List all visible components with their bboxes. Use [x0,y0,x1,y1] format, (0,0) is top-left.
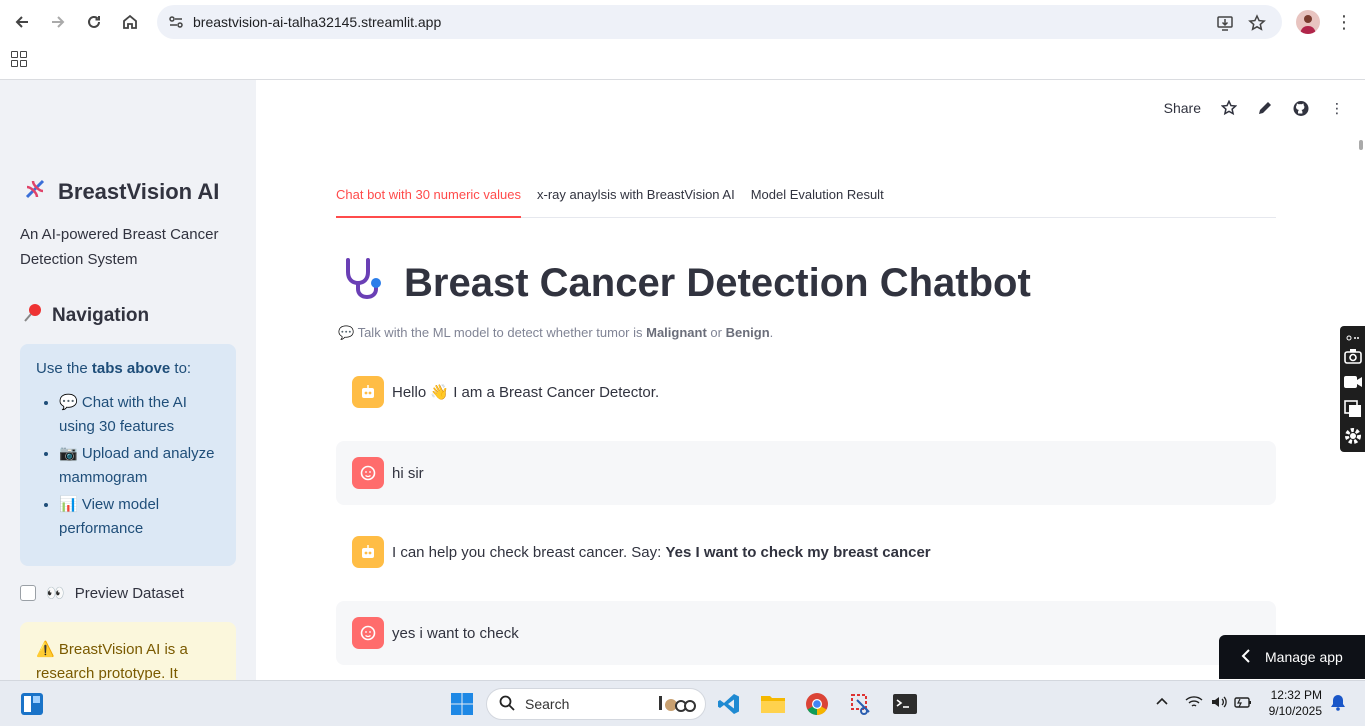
forward-icon[interactable] [46,10,70,34]
eyes-icon: 👀 [46,585,65,602]
windows-icon[interactable] [1343,399,1363,419]
file-explorer-icon[interactable] [760,691,786,717]
url-text[interactable]: breastvision-ai-talha32145.streamlit.app [193,14,441,30]
star-icon[interactable] [1221,100,1237,116]
volume-icon[interactable] [1210,695,1228,712]
warning-icon: ⚠️ [36,641,55,658]
info-list: 💬 Chat with the AI using 30 features 📷 U… [36,391,220,541]
install-app-icon[interactable] [1215,13,1235,33]
message-text: I can help you check breast cancer. Say:… [392,543,931,561]
battery-icon[interactable] [1234,695,1252,712]
camera-icon: 📷 [59,445,78,462]
speech-bubble-icon: 💬 [338,325,355,340]
browser-toolbar: breastvision-ai-talha32145.streamlit.app… [0,0,1365,80]
message-text: yes i want to check [392,624,519,642]
more-menu-icon[interactable]: ⋮ [1329,100,1345,116]
preview-dataset-checkbox[interactable]: 👀 Preview Dataset [20,584,184,602]
sidebar-subtitle: An AI-powered Breast Cancer Detection Sy… [20,226,219,268]
sidebar-app-title: BreastVision AI [22,176,219,208]
taskbar-search[interactable]: Search [486,688,706,720]
user-avatar-icon [352,457,384,489]
info-list-item: 📊 View model performance [59,493,220,541]
profile-avatar[interactable] [1296,10,1320,34]
navigation-info-box: Use the tabs above to: 💬 Chat with the A… [20,344,236,566]
speech-bubble-icon: 💬 [59,394,78,411]
widgets-icon[interactable] [19,691,45,717]
page-title: Breast Cancer Detection Chatbot [338,254,1031,312]
system-clock[interactable]: 12:32 PM 9/10/2025 [1262,687,1322,719]
video-camera-icon[interactable] [1343,372,1363,392]
bar-chart-icon: 📊 [59,496,78,513]
sidebar: BreastVision AI An AI-powered Breast Can… [0,80,256,680]
terminal-icon[interactable] [892,691,918,717]
message-text: Hello 👋 I am a Breast Cancer Detector. [392,384,660,401]
tab-chatbot[interactable]: Chat bot with 30 numeric values [336,186,521,218]
site-settings-icon[interactable] [167,13,185,31]
settings-gear-icon[interactable] [1343,426,1363,446]
info-intro: Use the tabs above to: [36,360,192,377]
page-caption: 💬 Talk with the ML model to detect wheth… [338,325,774,340]
snipping-tool-icon[interactable] [848,691,874,717]
user-avatar-icon [352,617,384,649]
vscode-icon[interactable] [716,691,742,717]
home-icon[interactable] [118,10,142,34]
bookmark-star-icon[interactable] [1247,13,1267,33]
scrollbar-thumb[interactable] [1359,140,1363,150]
screen-capture-toolbar [1340,326,1365,452]
search-icon [499,695,515,714]
wifi-icon[interactable] [1185,695,1203,712]
chrome-icon[interactable] [804,691,830,717]
streamlit-toolbar: Share ⋮ [1164,100,1345,117]
search-highlight-icon [657,692,697,717]
info-list-item: 📷 Upload and analyze mammogram [59,442,220,490]
camera-icon[interactable] [1343,346,1363,366]
browser-menu-icon[interactable]: ⋮ [1334,10,1354,34]
message-text: hi sir [392,464,424,482]
chat-message-bot: I can help you check breast cancer. Say:… [336,520,1276,584]
tab-model-evaluation[interactable]: Model Evalution Result [751,186,884,218]
apps-grid-icon[interactable] [11,51,27,67]
link-icon[interactable] [1343,328,1363,348]
main-content: Share ⋮ Chat bot with 30 numeric values … [256,80,1365,680]
windows-taskbar: Search 12:32 PM 9/10/2025 [0,680,1365,726]
edit-pencil-icon[interactable] [1257,100,1273,116]
dna-icon [22,176,48,208]
manage-app-button[interactable]: Manage app [1219,635,1365,679]
notifications-bell-icon[interactable] [1330,693,1346,714]
tab-xray-analysis[interactable]: x-ray anaylsis with BreastVision AI [537,186,735,218]
back-icon[interactable] [10,10,34,34]
show-hidden-icons-chevron[interactable] [1156,695,1168,709]
disclaimer-warning-box: ⚠️ BreastVision AI is a research prototy… [20,622,236,680]
address-bar[interactable]: breastvision-ai-talha32145.streamlit.app [157,5,1282,39]
chat-message-user: yes i want to check [336,601,1276,665]
checkbox-box[interactable] [20,585,36,601]
pushpin-icon [22,302,44,330]
chat-message-user: hi sir [336,441,1276,505]
chevron-left-icon [1241,648,1251,666]
reload-icon[interactable] [82,10,106,34]
bot-avatar-icon [352,376,384,408]
stethoscope-icon [338,254,386,312]
github-icon[interactable] [1293,100,1309,116]
info-list-item: 💬 Chat with the AI using 30 features [59,391,220,439]
share-button[interactable]: Share [1164,100,1201,116]
bot-avatar-icon [352,536,384,568]
windows-start-icon[interactable] [449,691,475,717]
navigation-heading: Navigation [22,302,149,330]
chat-message-bot: Hello 👋 I am a Breast Cancer Detector. [336,360,1276,424]
tab-bar: Chat bot with 30 numeric values x-ray an… [336,186,1276,218]
